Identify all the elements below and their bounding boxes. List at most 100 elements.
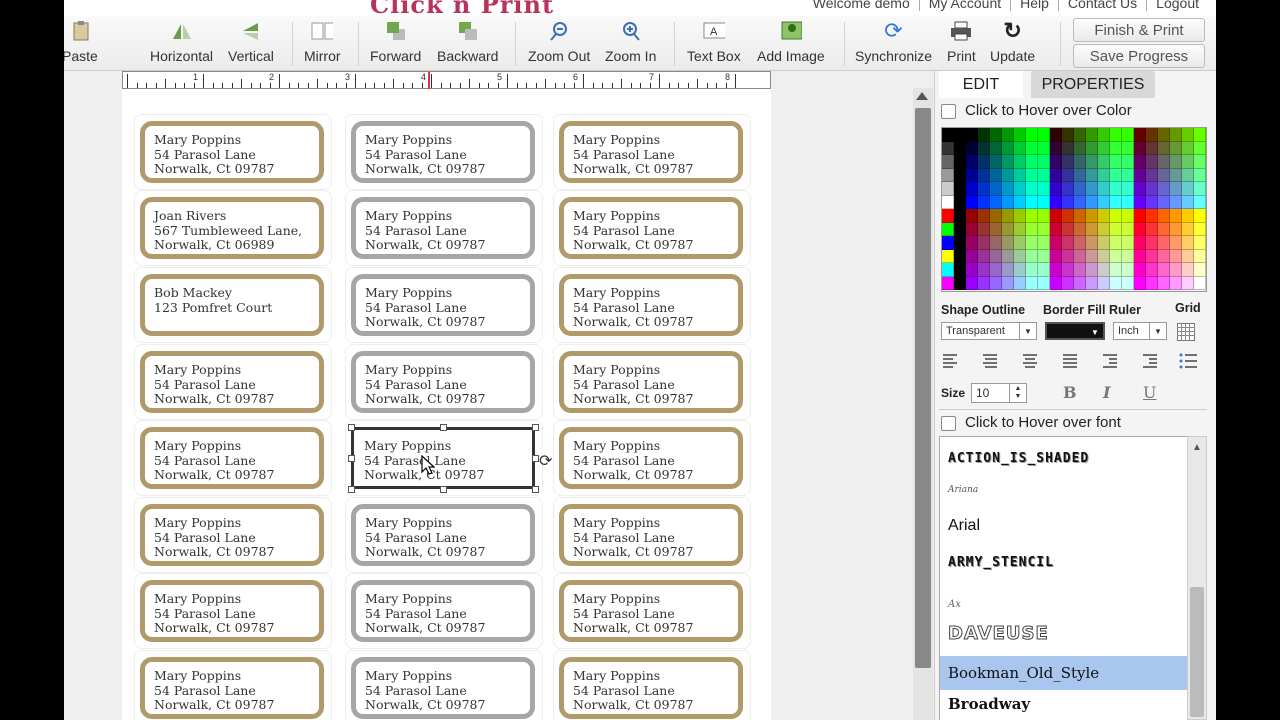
color-swatch[interactable] [1110,128,1122,142]
resize-handle[interactable] [348,455,355,462]
color-swatch[interactable] [942,182,954,196]
flip-horizontal-button[interactable]: Horizontal [150,20,213,64]
color-swatch[interactable] [1146,128,1158,142]
color-swatch[interactable] [1182,222,1194,236]
color-swatch[interactable] [1026,155,1038,169]
canvas-scrollbar[interactable] [913,88,933,720]
color-swatch[interactable] [1026,195,1038,209]
color-swatch[interactable] [966,236,978,250]
color-swatch[interactable] [1062,155,1074,169]
color-swatch[interactable] [1122,168,1134,182]
color-swatch[interactable] [1134,276,1146,290]
color-swatch[interactable] [990,182,1002,196]
contact-us-link[interactable]: Contact Us [1057,0,1146,11]
color-swatch[interactable] [1062,222,1074,236]
resize-handle[interactable] [440,486,447,493]
color-swatch[interactable] [954,209,966,223]
color-swatch[interactable] [1002,222,1014,236]
color-swatch[interactable] [1170,236,1182,250]
color-swatch[interactable] [1158,263,1170,277]
color-swatch[interactable] [954,236,966,250]
color-swatch[interactable] [1158,249,1170,263]
resize-handle[interactable] [348,424,355,431]
color-swatch[interactable] [942,236,954,250]
color-swatch[interactable] [990,141,1002,155]
color-swatch[interactable] [966,276,978,290]
address-label[interactable]: Mary Poppins 54 Parasol Lane Norwalk, Ct 0… [351,274,535,336]
color-swatch[interactable] [1014,276,1026,290]
address-label[interactable]: Bob Mackey 123 Pomfret Court [140,274,324,336]
color-swatch[interactable] [1038,263,1050,277]
color-swatch[interactable] [1038,141,1050,155]
color-swatch[interactable] [1014,195,1026,209]
color-swatch[interactable] [954,263,966,277]
finish-print-button[interactable]: Finish & Print [1073,18,1205,42]
update-button[interactable]: ↻ Update [990,18,1035,64]
color-swatch[interactable] [1158,276,1170,290]
scroll-up-icon[interactable]: ▲ [1192,442,1202,453]
color-swatch[interactable] [1086,222,1098,236]
color-swatch[interactable] [966,195,978,209]
color-swatch[interactable] [1074,168,1086,182]
color-swatch[interactable] [1146,249,1158,263]
color-swatch[interactable] [1122,141,1134,155]
color-swatch[interactable] [1146,195,1158,209]
color-swatch[interactable] [990,128,1002,142]
color-swatch[interactable] [1050,276,1062,290]
color-swatch[interactable] [954,141,966,155]
color-swatch[interactable] [978,155,990,169]
color-swatch[interactable] [1062,128,1074,142]
color-swatch[interactable] [990,155,1002,169]
color-swatch[interactable] [1038,195,1050,209]
color-swatch[interactable] [1146,168,1158,182]
color-swatch[interactable] [1134,141,1146,155]
color-swatch[interactable] [966,155,978,169]
color-swatch[interactable] [1182,236,1194,250]
color-swatch[interactable] [1158,141,1170,155]
color-swatch[interactable] [1134,155,1146,169]
address-label[interactable]: Mary Poppins 54 Parasol Lane Norwalk, Ct 0… [559,274,743,336]
color-swatch[interactable] [1074,128,1086,142]
color-swatch[interactable] [1050,128,1062,142]
color-swatch[interactable] [942,155,954,169]
font-item[interactable]: DAVEUSE [940,623,1188,645]
color-swatch[interactable] [1158,209,1170,223]
color-swatch[interactable] [1110,276,1122,290]
color-swatch[interactable] [1134,128,1146,142]
color-swatch[interactable] [1194,141,1206,155]
color-swatch[interactable] [1002,168,1014,182]
color-swatch[interactable] [1122,182,1134,196]
color-swatch[interactable] [1086,168,1098,182]
color-swatch[interactable] [966,222,978,236]
color-swatch[interactable] [1194,168,1206,182]
shape-outline-select[interactable]: Transparent ▼ [941,322,1037,340]
resize-handle[interactable] [532,486,539,493]
color-swatch[interactable] [954,195,966,209]
color-swatch[interactable] [978,222,990,236]
color-swatch[interactable] [1062,236,1074,250]
address-label[interactable]: Joan Rivers 567 Tumbleweed Lane, Norwalk, … [140,197,324,259]
font-item[interactable]: Arial [940,517,1188,535]
address-label[interactable]: Mary Poppins 54 Parasol Lane Norwalk, Ct 0… [351,351,535,413]
stepper-arrows-icon[interactable]: ▲ ▼ [1009,384,1026,402]
color-swatch[interactable] [1062,182,1074,196]
address-label[interactable]: Mary Poppins 54 Parasol Lane Norwalk, Ct 0… [559,197,743,259]
font-item[interactable]: Ariana [940,485,1188,495]
color-swatch[interactable] [942,209,954,223]
color-swatch[interactable] [1110,182,1122,196]
color-swatch[interactable] [966,249,978,263]
color-swatch[interactable] [1074,263,1086,277]
color-swatch[interactable] [1110,263,1122,277]
color-swatch[interactable] [1134,209,1146,223]
color-swatch[interactable] [1050,168,1062,182]
hover-font-checkbox[interactable] [941,416,956,431]
color-swatch[interactable] [1062,168,1074,182]
color-swatch[interactable] [1026,128,1038,142]
color-swatch[interactable] [1182,276,1194,290]
color-swatch[interactable] [1014,182,1026,196]
color-swatch[interactable] [1062,141,1074,155]
color-swatch[interactable] [1122,195,1134,209]
color-swatch[interactable] [1110,249,1122,263]
color-swatch[interactable] [1146,155,1158,169]
address-label[interactable]: Mary Poppins 54 Parasol Lane Norwalk, Ct 0… [559,427,743,489]
